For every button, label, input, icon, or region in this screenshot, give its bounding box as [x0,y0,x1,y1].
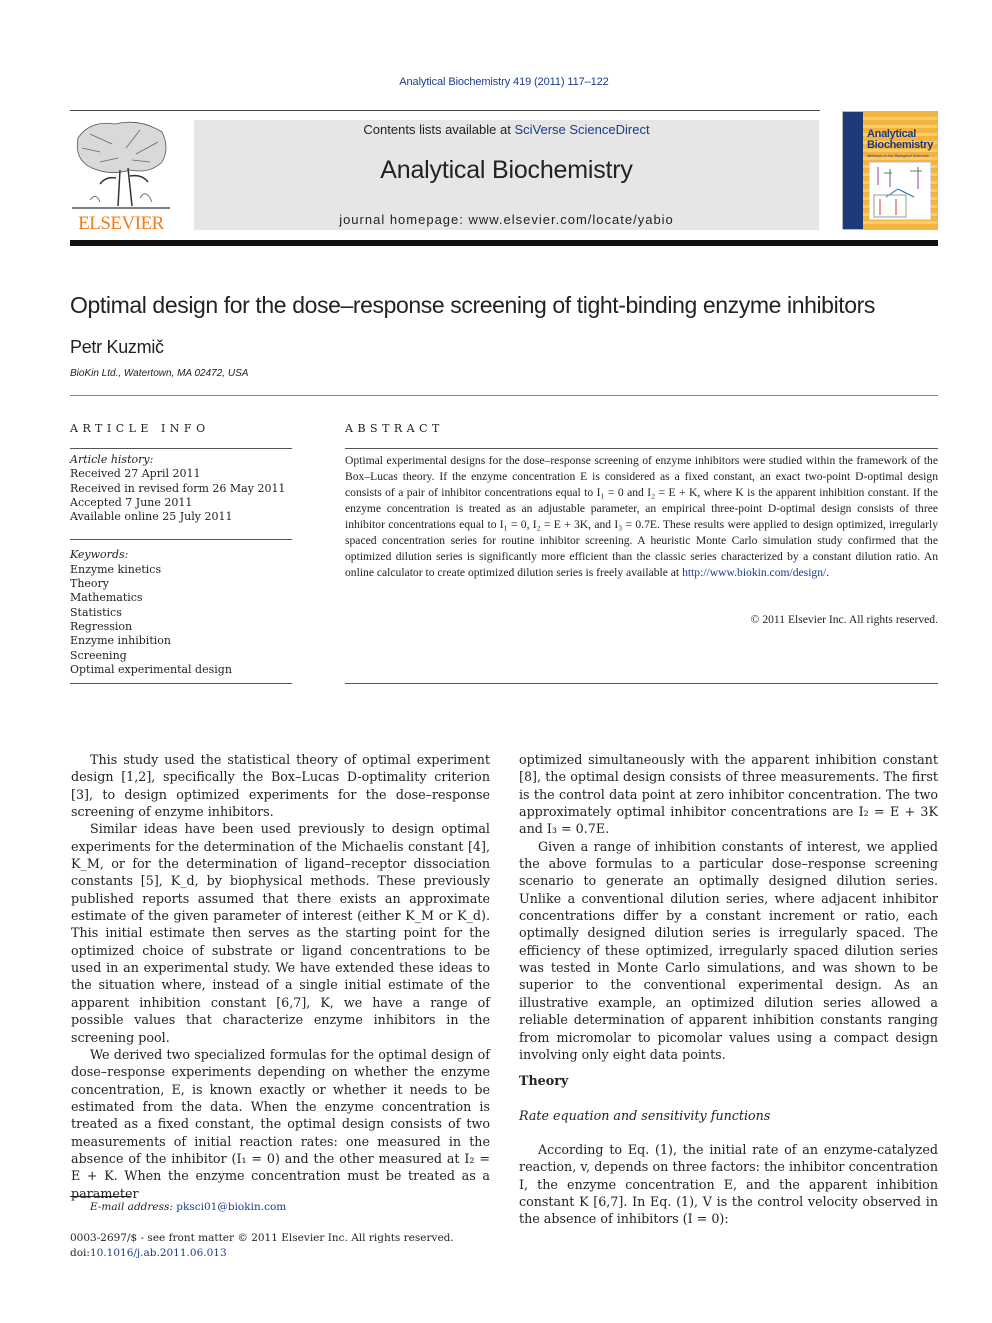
body-paragraph: This study used the statistical theory o… [71,752,490,820]
abstract-text: Optimal experimental designs for the dos… [345,454,938,579]
front-matter: 0003-2697/$ - see front matter © 2011 El… [70,1231,454,1260]
doi-link[interactable]: 10.1016/j.ab.2011.06.013 [90,1247,227,1259]
history-item: Received in revised form 26 May 2011 [70,481,286,495]
keyword-item: Enzyme kinetics [70,562,162,576]
keywords-heading: Keywords: [70,548,129,562]
journal-homepage-link[interactable]: journal homepage: www.elsevier.com/locat… [194,212,819,227]
body-paragraph: We derived two specialized formulas for … [71,1046,490,1201]
author-name[interactable]: Petr Kuzmič [70,337,164,358]
abstract-copyright: © 2011 Elsevier Inc. All rights reserved… [750,613,938,626]
keyword-item: Theory [70,577,110,591]
design-calculator-link[interactable]: http://www.biokin.com/design/ [682,566,826,579]
affiliation-rule [70,395,938,396]
abstract-heading: ABSTRACT [345,422,444,435]
article-info-heading: ARTICLE INFO [70,422,210,435]
doi-line: doi:10.1016/j.ab.2011.06.013 [70,1246,454,1261]
history-item: Available online 25 July 2011 [70,510,233,524]
journal-cover-thumbnail[interactable]: Analytical Biochemistry Methods in the Bi… [842,111,938,230]
contents-line: Contents lists available at SciVerse Sci… [194,122,819,137]
abstract-rule-bottom [345,683,938,684]
cover-title: Analytical Biochemistry [867,129,933,151]
keyword-item: Regression [70,619,133,633]
abstract-rule-top [345,448,938,449]
elsevier-wordmark: ELSEVIER [78,213,164,234]
cover-diagram-icon [873,167,922,218]
subsection-heading: Rate equation and sensitivity functions [519,1107,771,1123]
sciencedirect-link[interactable]: SciVerse ScienceDirect [514,122,649,137]
keyword-item: Enzyme inhibition [70,634,171,648]
issn-copyright: 0003-2697/$ - see front matter © 2011 El… [70,1232,454,1244]
body-paragraph: Similar ideas have been used previously … [71,821,490,1045]
email-footnote: E-mail address: pksci01@biokin.com [90,1201,286,1213]
masthead-bottom-rule [70,240,938,246]
cover-subtitle: Methods in the Biological Sciences [867,153,929,158]
email-label: E-mail address: [90,1201,173,1213]
article-title: Optimal design for the dose–response scr… [70,292,876,318]
abstract-period: . [826,566,830,579]
footnote-rule [70,1196,131,1197]
article-info-rule-top [70,448,292,449]
keyword-item: Optimal experimental design [70,662,232,676]
body-paragraph: optimized simultaneously with the appare… [519,752,938,837]
abstract-body: Optimal experimental designs for the dos… [345,453,938,581]
keyword-item: Screening [70,648,127,662]
doi-prefix: doi: [70,1246,90,1259]
tree-icon [72,121,170,209]
journal-citation-link[interactable]: Analytical Biochemistry 419 (2011) 117–1… [0,76,992,88]
body-paragraph: Given a range of inhibition constants of… [519,838,938,1062]
history-item: Accepted 7 June 2011 [70,495,193,509]
body-paragraph: According to Eq. (1), the initial rate o… [519,1141,938,1227]
history-item: Received 27 April 2011 [70,467,201,481]
journal-masthead: Contents lists available at SciVerse Sci… [194,120,819,230]
author-affiliation: BioKin Ltd., Watertown, MA 02472, USA [70,368,249,379]
journal-name: Analytical Biochemistry [380,156,633,184]
keyword-item: Mathematics [70,591,143,605]
cover-title-line2: Biochemistry [867,139,934,151]
body-column-left: This study used the statistical theory o… [71,751,490,1202]
body-column-right: optimized simultaneously with the appare… [519,751,938,1228]
article-info-rule-mid [70,539,292,540]
history-heading: Article history: [70,453,154,466]
contents-prefix: Contents lists available at [363,122,515,137]
cover-spine [843,112,863,229]
section-heading-theory: Theory [519,1073,569,1089]
header-rule [70,110,820,111]
author-email-link[interactable]: pksci01@biokin.com [176,1201,286,1213]
cover-figure [869,162,931,220]
article-info: Article history: Received 27 April 2011 … [70,453,292,677]
keyword-item: Statistics [70,605,122,619]
article-info-rule-bottom [70,683,292,684]
